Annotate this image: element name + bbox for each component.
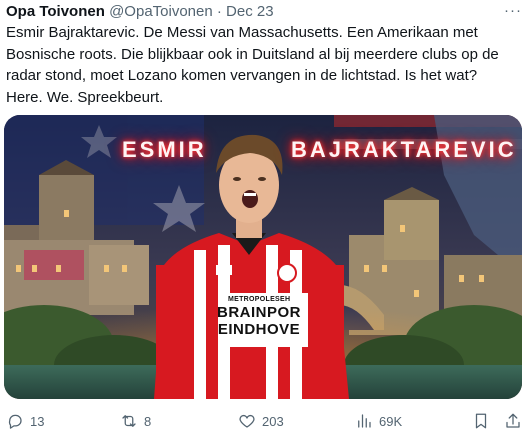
more-options-button[interactable]: ··· bbox=[504, 2, 522, 19]
share-icon bbox=[506, 413, 520, 428]
reply-icon bbox=[8, 414, 22, 429]
bookmark-icon bbox=[475, 413, 487, 429]
tweet-date[interactable]: Dec 23 bbox=[226, 3, 274, 20]
author-name[interactable]: Opa Toivonen bbox=[6, 3, 105, 20]
tweet-text: Esmir Bajraktarevic. De Messi van Massac… bbox=[6, 24, 499, 106]
like-count: 203 bbox=[262, 413, 284, 429]
player-last-name: BAJRAKTAREVIC bbox=[291, 137, 517, 162]
views-count: 69K bbox=[379, 413, 403, 429]
share-button[interactable] bbox=[504, 412, 522, 430]
repost-icon bbox=[122, 415, 136, 427]
bookmark-button[interactable] bbox=[472, 412, 490, 430]
reply-count: 13 bbox=[30, 413, 45, 429]
reply-button[interactable]: 13 bbox=[6, 412, 44, 430]
shirt-sponsor-line2: EINDHOVE bbox=[217, 321, 301, 338]
like-button[interactable]: 203 bbox=[238, 412, 284, 430]
tweet-header: Opa Toivonen @OpaToivonen · Dec 23 bbox=[6, 2, 274, 22]
tweet-actions: 13 8 203 69K bbox=[0, 412, 532, 436]
views-button[interactable]: 69K bbox=[355, 412, 402, 430]
author-handle[interactable]: @OpaToivonen bbox=[109, 3, 213, 20]
views-icon bbox=[358, 414, 371, 428]
repost-count: 8 bbox=[144, 413, 152, 429]
header-separator: · bbox=[216, 3, 222, 20]
tweet-media-image[interactable]: ESMIR BAJRAKTAREVIC bbox=[4, 115, 522, 399]
shirt-sponsor-small: METROPOLESEH bbox=[228, 296, 291, 303]
like-icon bbox=[239, 414, 255, 428]
repost-button[interactable]: 8 bbox=[120, 412, 151, 430]
player-first-name: ESMIR bbox=[122, 137, 207, 162]
shirt-sponsor-line1: BRAINPOR bbox=[216, 304, 301, 321]
